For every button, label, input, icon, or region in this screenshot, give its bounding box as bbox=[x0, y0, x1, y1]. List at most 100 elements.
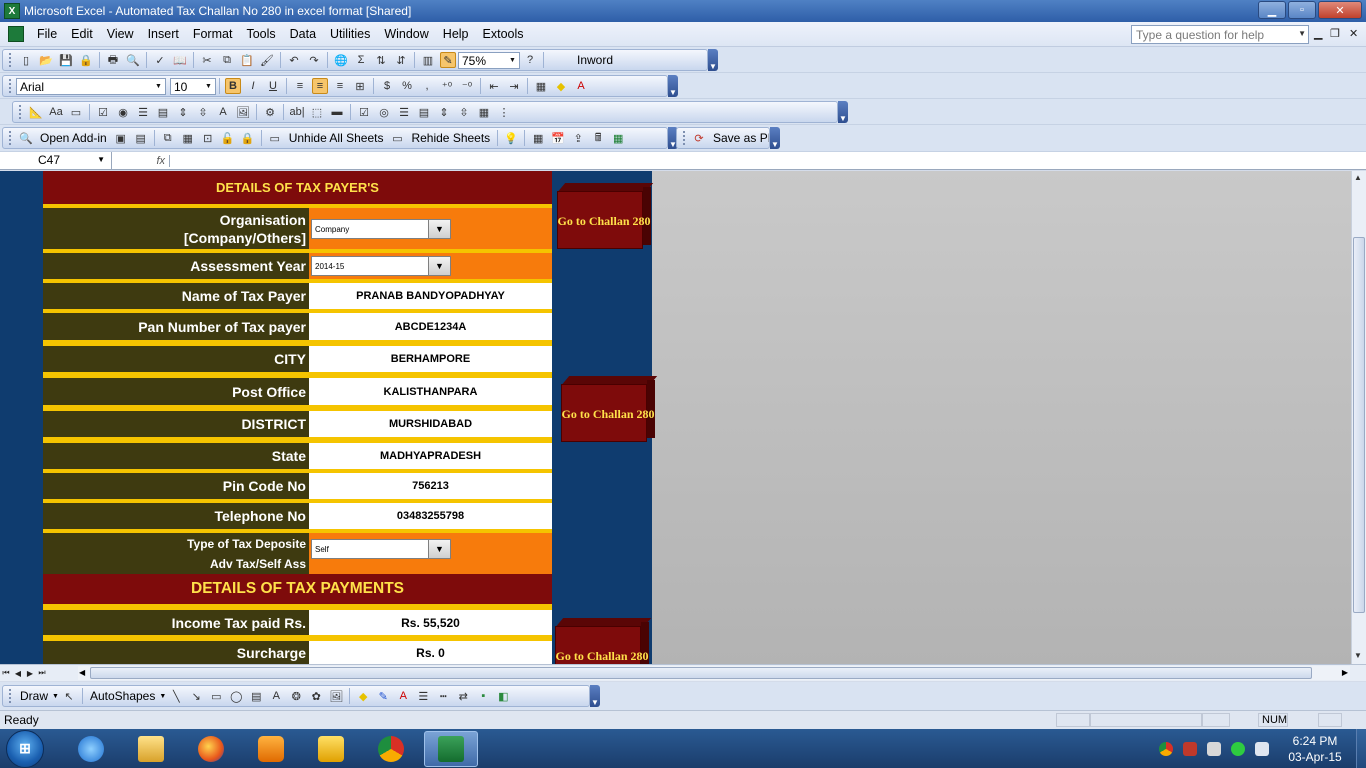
label-control-icon[interactable]: Aa bbox=[48, 104, 64, 120]
taskbar-media[interactable] bbox=[244, 731, 298, 767]
increase-decimal-icon[interactable]: ⁺⁰ bbox=[439, 78, 455, 94]
rehide-sheets-button[interactable]: Rehide Sheets bbox=[411, 131, 490, 145]
text-control-icon[interactable]: A bbox=[215, 104, 231, 120]
currency-button[interactable]: $ bbox=[379, 78, 395, 94]
formula-input[interactable] bbox=[170, 152, 1366, 169]
vertical-scrollbar[interactable]: ▲ ▼ bbox=[1351, 171, 1366, 664]
unlock-icon[interactable]: 🔓 bbox=[220, 130, 236, 146]
select-objects-icon[interactable]: ↖ bbox=[61, 688, 77, 704]
taskbar-excel[interactable] bbox=[424, 730, 478, 767]
font-color-icon[interactable]: A bbox=[573, 78, 589, 94]
deposit-type-dropdown[interactable]: Self ▼ bbox=[311, 538, 451, 559]
input-pin-code[interactable]: 756213 bbox=[309, 473, 552, 499]
sort-ascending-icon[interactable]: ⇅ bbox=[373, 52, 389, 68]
table-icon[interactable]: ▦ bbox=[610, 130, 626, 146]
radio-control-icon[interactable]: ◎ bbox=[376, 104, 392, 120]
line-style-icon[interactable]: ☰ bbox=[415, 688, 431, 704]
menu-insert[interactable]: Insert bbox=[141, 27, 186, 41]
borders-icon[interactable]: ▦ bbox=[533, 78, 549, 94]
clipart-icon[interactable]: ✿ bbox=[308, 688, 324, 704]
scroll-left-icon[interactable]: ◀ bbox=[79, 668, 85, 677]
sort-descending-icon[interactable]: ⇵ bbox=[393, 52, 409, 68]
menu-tools[interactable]: Tools bbox=[239, 27, 282, 41]
horizontal-scrollbar[interactable]: ◀ ▶ bbox=[78, 666, 1350, 680]
menu-data[interactable]: Data bbox=[283, 27, 323, 41]
drawing-icon[interactable]: ✎ bbox=[440, 52, 456, 68]
toolbar-options-icon[interactable]: ▼ bbox=[838, 101, 848, 123]
unhide-sheets-icon[interactable]: ▭ bbox=[267, 130, 283, 146]
menu-help[interactable]: Help bbox=[436, 27, 476, 41]
volume-icon[interactable] bbox=[1207, 741, 1221, 756]
show-desktop-button[interactable] bbox=[1356, 729, 1366, 768]
grid-control-icon[interactable]: ▦ bbox=[476, 104, 492, 120]
scrollbar-control-icon[interactable]: ⇕ bbox=[175, 104, 191, 120]
picture-icon[interactable]: 🖼 bbox=[328, 688, 344, 704]
design-mode-icon[interactable]: 📐 bbox=[28, 104, 44, 120]
taskbar-firefox[interactable] bbox=[184, 731, 238, 767]
menu-edit[interactable]: Edit bbox=[64, 27, 100, 41]
addin-tool-5-icon[interactable]: ⊡ bbox=[200, 130, 216, 146]
underline-button[interactable]: U bbox=[265, 78, 281, 94]
rectangle-icon[interactable]: ▭ bbox=[208, 688, 224, 704]
doc-minimize-icon[interactable]: ▁ bbox=[1314, 27, 1322, 40]
next-sheet-icon[interactable]: ▶ bbox=[24, 669, 36, 678]
new-icon[interactable]: ▯ bbox=[18, 52, 34, 68]
line-icon[interactable]: ╲ bbox=[168, 688, 184, 704]
taskbar-chrome[interactable] bbox=[364, 731, 418, 767]
excel-app-icon[interactable]: X bbox=[4, 3, 20, 19]
help-search-input[interactable]: Type a question for help ▼ bbox=[1131, 25, 1309, 44]
name-box[interactable]: C47 ▼ bbox=[0, 152, 112, 169]
textbox-control-icon[interactable]: ab| bbox=[289, 104, 305, 120]
power-icon[interactable] bbox=[1255, 741, 1269, 756]
group-box-icon[interactable]: ▭ bbox=[68, 104, 84, 120]
addin-tool-4-icon[interactable]: ▦ bbox=[180, 130, 196, 146]
chevron-down-icon[interactable]: ▼ bbox=[97, 155, 105, 164]
pdf-icon[interactable]: ⟳ bbox=[691, 130, 707, 146]
shadow-icon[interactable]: ▪ bbox=[475, 688, 491, 704]
go-to-challan-button-2[interactable]: Go to Challan 280 bbox=[560, 376, 658, 442]
assessment-year-dropdown[interactable]: 2014-15 ▼ bbox=[311, 256, 451, 276]
doc-restore-icon[interactable]: ❐ bbox=[1330, 27, 1340, 40]
chart-wizard-icon[interactable]: ▥ bbox=[420, 52, 436, 68]
copy-icon[interactable]: ⧉ bbox=[219, 52, 235, 68]
arrow-icon[interactable]: ↘ bbox=[188, 688, 204, 704]
chevron-down-icon[interactable]: ▼ bbox=[428, 257, 450, 275]
research-icon[interactable]: 📖 bbox=[172, 52, 188, 68]
toolbar-options-icon[interactable]: ▼ bbox=[770, 127, 780, 149]
undo-icon[interactable]: ↶ bbox=[286, 52, 302, 68]
first-sheet-icon[interactable]: ⏮ bbox=[0, 668, 12, 678]
save-icon[interactable]: 💾 bbox=[58, 52, 74, 68]
chevron-down-icon[interactable]: ▼ bbox=[507, 54, 518, 67]
print-icon[interactable]: 🖶 bbox=[105, 52, 121, 68]
addin-tool-1-icon[interactable]: ▣ bbox=[113, 130, 129, 146]
toolbar-options-icon[interactable]: ▼ bbox=[708, 49, 718, 71]
help-icon[interactable]: ? bbox=[522, 52, 538, 68]
menu-file[interactable]: File bbox=[30, 27, 64, 41]
chevron-down-icon[interactable]: ▼ bbox=[153, 80, 164, 93]
vertical-scroll-thumb[interactable] bbox=[1353, 237, 1365, 613]
cut-icon[interactable]: ✂ bbox=[199, 52, 215, 68]
scroll-down-icon[interactable]: ▼ bbox=[1354, 651, 1362, 660]
chevron-down-icon[interactable]: ▼ bbox=[159, 693, 166, 700]
horizontal-scroll-thumb[interactable] bbox=[90, 667, 1312, 679]
paste-icon[interactable]: 📋 bbox=[239, 52, 255, 68]
3d-icon[interactable]: ◧ bbox=[495, 688, 511, 704]
chevron-down-icon[interactable]: ▼ bbox=[52, 693, 59, 700]
zoom-combo[interactable]: 75% ▼ bbox=[458, 51, 520, 69]
frame-control-icon[interactable]: ⬚ bbox=[309, 104, 325, 120]
font-color-icon[interactable]: A bbox=[395, 688, 411, 704]
doc-close-icon[interactable]: ✕ bbox=[1349, 27, 1358, 40]
spelling-icon[interactable]: ✓ bbox=[152, 52, 168, 68]
input-name[interactable]: PRANAB BANDYOPADHYAY bbox=[309, 283, 552, 309]
network-icon[interactable] bbox=[1231, 741, 1245, 756]
minimize-button[interactable]: ▁ bbox=[1258, 1, 1286, 19]
input-telephone[interactable]: 03483255798 bbox=[309, 503, 552, 529]
bold-button[interactable]: B bbox=[225, 78, 241, 94]
addin-tool-2-icon[interactable]: ▤ bbox=[133, 130, 149, 146]
menu-view[interactable]: View bbox=[100, 27, 141, 41]
draw-menu-button[interactable]: Draw bbox=[20, 689, 48, 703]
menu-utilities[interactable]: Utilities bbox=[323, 27, 377, 41]
organisation-dropdown[interactable]: Company ▼ bbox=[311, 218, 451, 239]
lightbulb-icon[interactable]: 💡 bbox=[503, 130, 519, 146]
wordart-icon[interactable]: A bbox=[268, 688, 284, 704]
